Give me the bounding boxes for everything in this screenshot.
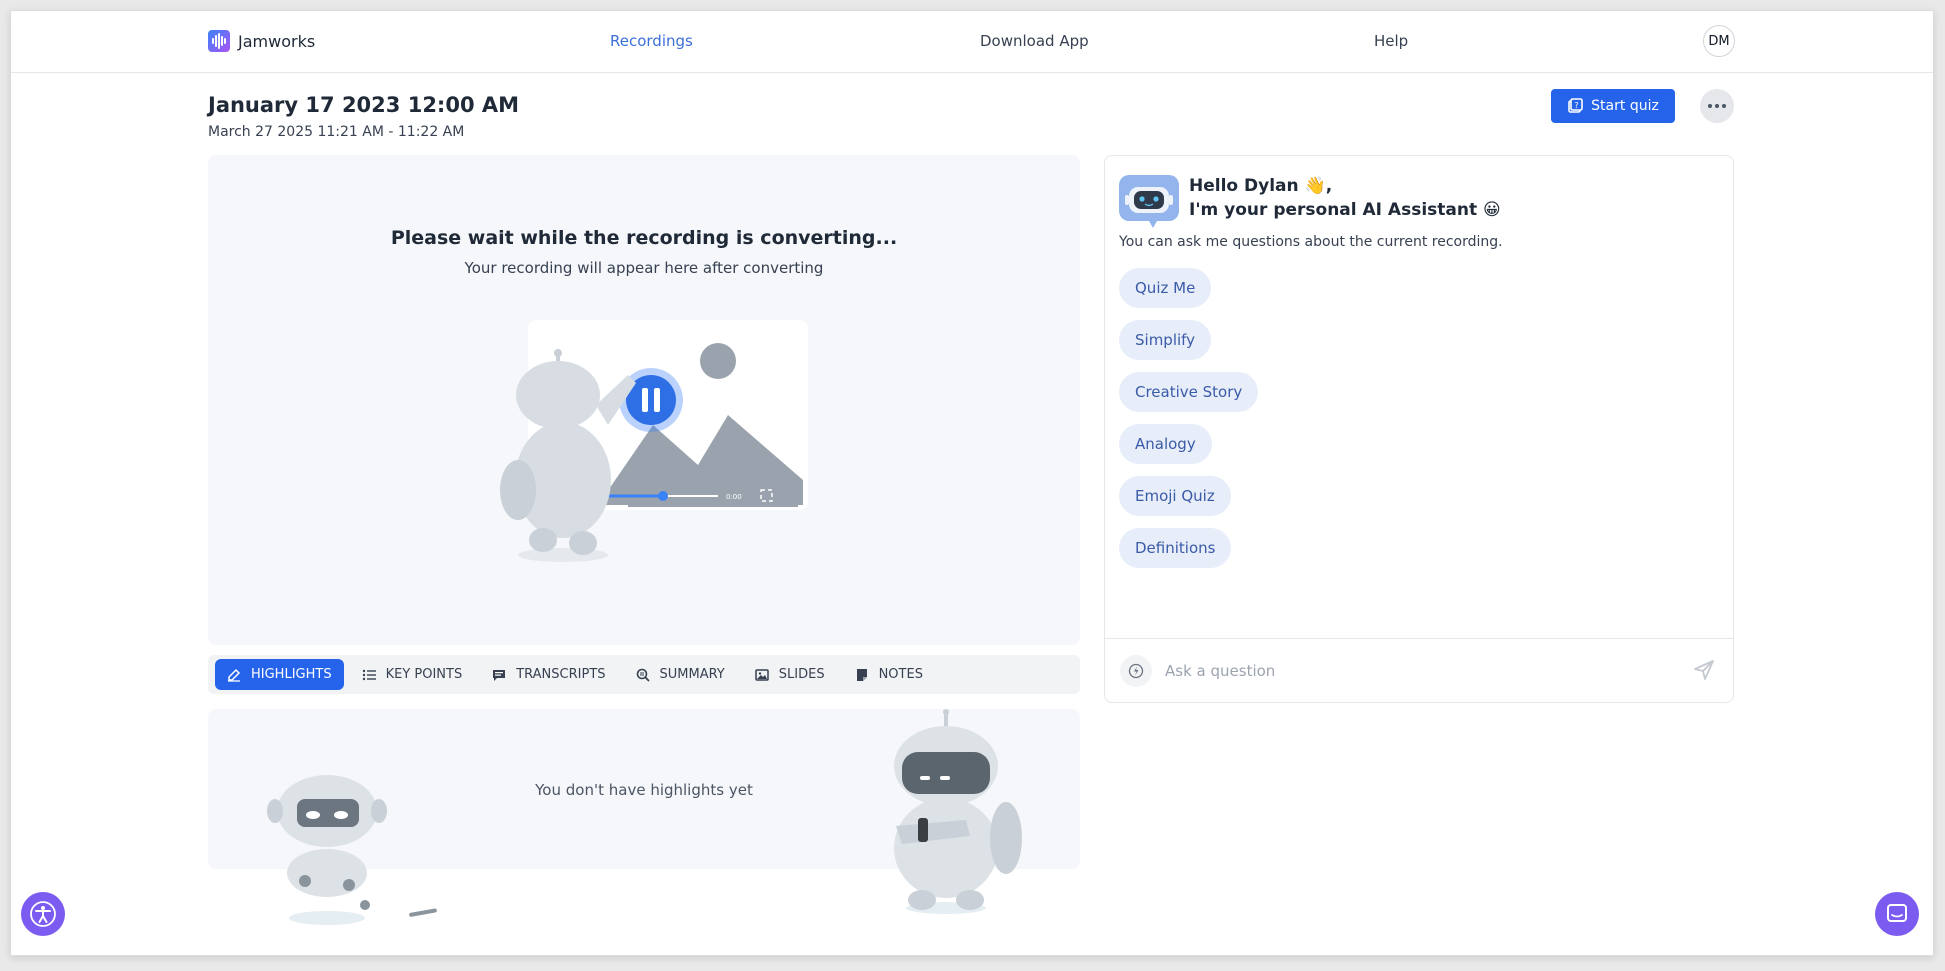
robot-waiting-illustration	[894, 709, 1022, 914]
app-window: Jamworks Recordings Download App Help DM…	[10, 10, 1934, 956]
logo-text: Jamworks	[238, 31, 316, 51]
chip-creative-story[interactable]: Creative Story	[1119, 372, 1259, 412]
chip-quiz-me[interactable]: Quiz Me	[1119, 268, 1212, 308]
nav-download-app[interactable]: Download App	[980, 32, 1089, 50]
list-icon	[362, 668, 376, 682]
tab-label: KEY POINTS	[385, 667, 463, 682]
assistant-greeting: Hello Dylan 👋,	[1189, 176, 1333, 196]
accessibility-button[interactable]	[21, 892, 65, 936]
tab-label: TRANSCRIPTS	[516, 667, 606, 682]
tab-label: SLIDES	[778, 667, 825, 682]
chat-icon	[1887, 904, 1907, 922]
start-quiz-label: Start quiz	[1591, 98, 1659, 114]
nav-recordings[interactable]: Recordings	[610, 32, 693, 50]
page-title: January 17 2023 12:00 AM	[208, 93, 520, 117]
suggestion-chips: Quiz Me Simplify Creative Story Analogy …	[1119, 268, 1259, 568]
converting-title: Please wait while the recording is conve…	[390, 227, 898, 249]
logo-icon	[208, 30, 230, 52]
tab-slides[interactable]: SLIDES	[743, 659, 837, 690]
svg-text:?: ?	[1575, 101, 1579, 110]
start-quiz-button[interactable]: ? Start quiz	[1551, 89, 1675, 123]
image-icon	[755, 668, 769, 682]
tab-label: HIGHLIGHTS	[251, 667, 332, 682]
assistant-description: You can ask me questions about the curre…	[1119, 234, 1503, 250]
chip-emoji-quiz[interactable]: Emoji Quiz	[1119, 476, 1231, 516]
chip-simplify[interactable]: Simplify	[1119, 320, 1212, 360]
assistant-intro: I'm your personal AI Assistant 😀	[1189, 200, 1501, 220]
tab-label: NOTES	[878, 667, 923, 682]
ai-spark-icon[interactable]	[1120, 655, 1152, 687]
quiz-icon: ?	[1568, 98, 1583, 113]
transcript-icon	[492, 668, 506, 682]
assistant-robot-icon	[1119, 175, 1179, 228]
chip-analogy[interactable]: Analogy	[1119, 424, 1212, 464]
content-tabs: HIGHLIGHTS KEY POINTS TRANSCRIPTS SUMMAR…	[208, 655, 1080, 694]
converting-subtitle: Your recording will appear here after co…	[464, 259, 824, 277]
nav-help[interactable]: Help	[1374, 32, 1408, 50]
chip-definitions[interactable]: Definitions	[1119, 528, 1232, 568]
tab-transcripts[interactable]: TRANSCRIPTS	[480, 659, 617, 690]
tab-key-points[interactable]: KEY POINTS	[350, 659, 475, 690]
logo[interactable]: Jamworks	[208, 30, 315, 52]
ai-assistant-panel: Hello Dylan 👋, I'm your personal AI Assi…	[1104, 155, 1734, 703]
accessibility-icon	[30, 901, 56, 927]
robot-writing-illustration	[267, 775, 437, 925]
support-chat-button[interactable]	[1875, 892, 1919, 936]
player-time: 0:00	[726, 493, 742, 501]
highlighter-icon	[227, 668, 241, 682]
tab-highlights[interactable]: HIGHLIGHTS	[215, 659, 344, 690]
robot-video-illustration: 0:00	[500, 320, 808, 562]
search-doc-icon	[636, 668, 650, 682]
recording-player: Please wait while the recording is conve…	[208, 155, 1080, 645]
more-options-button[interactable]	[1700, 89, 1734, 123]
tab-label: SUMMARY	[659, 667, 725, 682]
ask-question-input[interactable]	[1165, 655, 1665, 687]
tab-notes[interactable]: NOTES	[843, 659, 935, 690]
more-dots-icon	[1708, 104, 1712, 108]
ask-question-bar	[1105, 638, 1733, 702]
top-nav: Jamworks Recordings Download App Help DM	[11, 11, 1933, 73]
user-avatar[interactable]: DM	[1703, 25, 1735, 57]
send-icon[interactable]	[1693, 659, 1715, 681]
tab-summary[interactable]: SUMMARY	[624, 659, 737, 690]
note-icon	[855, 668, 869, 682]
page-subtitle: March 27 2025 11:21 AM - 11:22 AM	[208, 124, 465, 140]
